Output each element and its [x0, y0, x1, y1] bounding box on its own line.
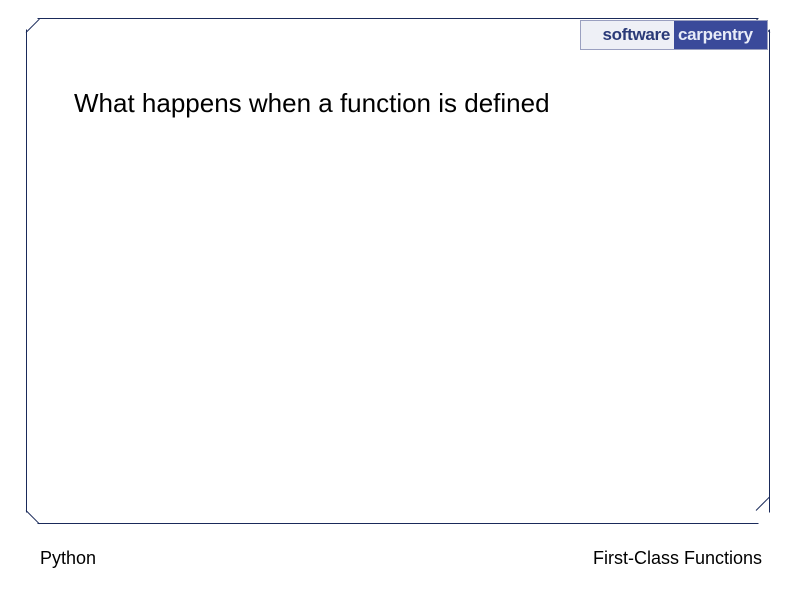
logo-right-text: carpentry: [674, 21, 767, 49]
footer-left-text: Python: [40, 548, 96, 569]
slide-page: software carpentry What happens when a f…: [0, 0, 794, 595]
brand-logo: software carpentry: [580, 20, 768, 50]
corner-cut-br: [757, 511, 771, 525]
slide-heading: What happens when a function is defined: [74, 88, 550, 119]
logo-left-text: software: [581, 21, 674, 49]
footer-right-text: First-Class Functions: [593, 548, 762, 569]
